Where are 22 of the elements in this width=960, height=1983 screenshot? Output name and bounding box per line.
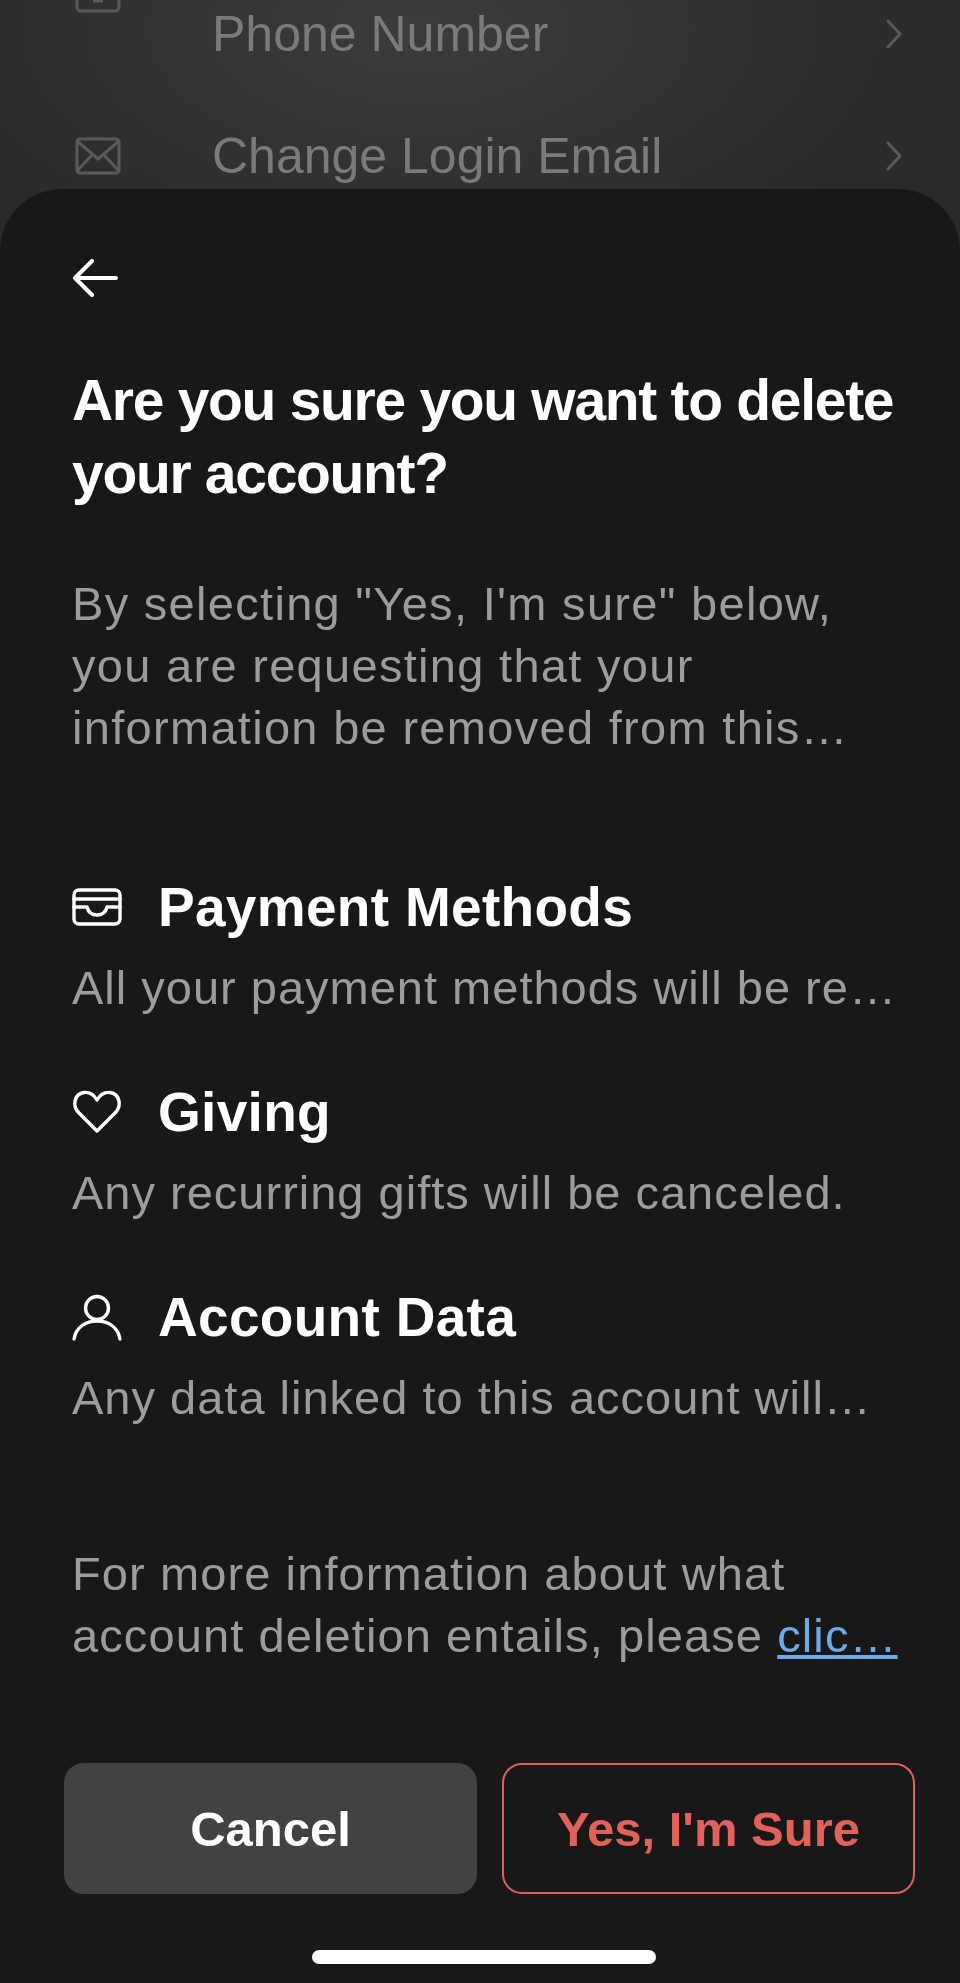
chevron-right-icon <box>886 141 902 171</box>
section-description: All your payment methods will be re… <box>72 960 897 1016</box>
section-title: Giving <box>158 1082 331 1142</box>
heart-icon <box>72 1090 122 1134</box>
section-title: Account Data <box>158 1287 517 1347</box>
person-icon <box>72 1293 122 1341</box>
envelope-icon <box>75 137 121 175</box>
chevron-right-icon <box>886 19 902 49</box>
section-description: Any recurring gifts will be canceled. <box>72 1165 846 1221</box>
list-item-label: Change Login Email <box>212 127 664 185</box>
wallet-icon <box>72 888 122 926</box>
section-description: Any data linked to this account will… <box>72 1370 872 1426</box>
dialog-title: Are you sure you want to delete your account? <box>72 367 895 507</box>
back-button[interactable] <box>72 259 118 297</box>
dialog-description: By selecting "Yes, I'm sure" below, you are requesting that your information be removed from this… <box>72 576 850 756</box>
back-arrow-icon <box>72 259 118 297</box>
confirm-button[interactable]: Yes, I'm Sure <box>502 1763 915 1894</box>
footer-note: For more information about what account deletion entails, please clic… <box>72 1546 899 1664</box>
list-item-label: Phone Number <box>212 5 550 63</box>
cancel-button[interactable]: Cancel <box>64 1763 477 1894</box>
info-link[interactable]: clic… <box>777 1609 898 1662</box>
section-title: Payment Methods <box>158 877 634 937</box>
